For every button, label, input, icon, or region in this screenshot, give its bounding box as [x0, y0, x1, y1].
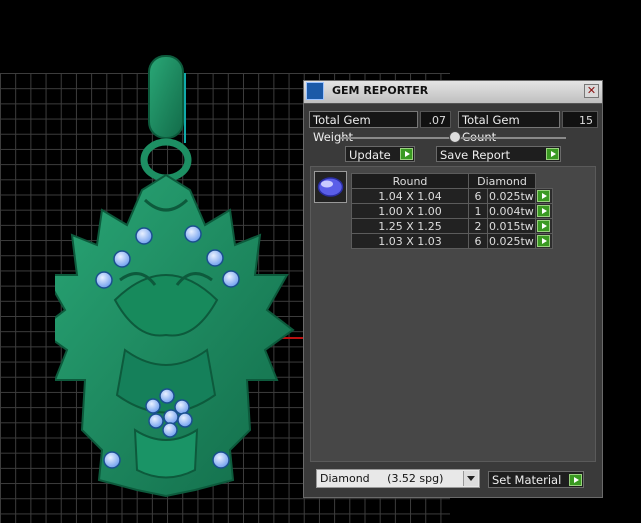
gem-thumbnail-icon — [314, 171, 347, 203]
gem-count: 1 — [468, 203, 488, 219]
total-gem-count-value: 15 — [562, 111, 598, 128]
go-arrow-icon — [569, 474, 582, 486]
gem-weight: 0.004tw — [487, 203, 536, 219]
total-gem-weight-value: .07 — [420, 111, 451, 128]
table-row[interactable]: 1.03 X 1.03 6 0.025tw — [351, 233, 553, 249]
table-row[interactable]: 1.25 X 1.25 2 0.015tw — [351, 218, 553, 234]
go-arrow-icon — [537, 190, 550, 202]
gem-weight: 0.015tw — [487, 218, 536, 234]
save-report-button-label: Save Report — [440, 148, 511, 162]
gem-count: 2 — [468, 218, 488, 234]
row-go-button[interactable] — [535, 188, 553, 204]
dropdown-arrow-icon[interactable] — [463, 471, 478, 486]
row-go-button[interactable] — [535, 218, 553, 234]
gem-weight: 0.025tw — [487, 188, 536, 204]
gem-table: Round Diamond 1.04 X 1.04 6 0.025tw 1.00… — [351, 173, 553, 249]
total-gem-weight-label: Total Gem Weight — [309, 111, 418, 144]
gem-count: 6 — [468, 233, 488, 249]
panel-title: GEM REPORTER — [332, 84, 429, 97]
gem-weight: 0.025tw — [487, 233, 536, 249]
pendant-model[interactable] — [55, 50, 295, 500]
material-header: Diamond — [468, 173, 536, 189]
go-arrow-icon — [400, 148, 413, 160]
gem-size: 1.04 X 1.04 — [351, 188, 469, 204]
slider-handle[interactable] — [449, 131, 461, 143]
table-row[interactable]: 1.00 X 1.00 1 0.004tw — [351, 203, 553, 219]
gem-size: 1.25 X 1.25 — [351, 218, 469, 234]
gem-reporter-icon — [306, 82, 324, 100]
table-row[interactable]: 1.04 X 1.04 6 0.025tw — [351, 188, 553, 204]
gem-report-area: Round Diamond 1.04 X 1.04 6 0.025tw 1.00… — [310, 166, 596, 462]
go-arrow-icon — [546, 148, 559, 160]
save-report-button[interactable]: Save Report — [436, 146, 561, 162]
gem-count: 6 — [468, 188, 488, 204]
gem-reporter-panel: GEM REPORTER ✕ Total Gem Weight .07 Tota… — [303, 80, 603, 498]
close-icon[interactable]: ✕ — [584, 84, 599, 98]
gem-size: 1.00 X 1.00 — [351, 203, 469, 219]
update-button-label: Update — [349, 148, 391, 162]
panel-titlebar[interactable]: GEM REPORTER ✕ — [304, 81, 602, 104]
row-go-button[interactable] — [535, 233, 553, 249]
update-button[interactable]: Update — [345, 146, 415, 162]
material-select-value: Diamond (3.52 spg) — [320, 472, 444, 485]
material-select[interactable]: Diamond (3.52 spg) — [316, 469, 480, 488]
set-material-button-label: Set Material — [492, 473, 562, 487]
go-arrow-icon — [537, 235, 550, 247]
set-material-button[interactable]: Set Material — [488, 471, 584, 488]
row-go-button[interactable] — [535, 203, 553, 219]
total-gem-count-label: Total Gem Count — [458, 111, 560, 144]
gem-table-header: Round Diamond — [351, 173, 553, 189]
bail — [140, 55, 192, 182]
go-arrow-icon — [537, 205, 550, 217]
go-arrow-icon — [537, 220, 550, 232]
gem-size: 1.03 X 1.03 — [351, 233, 469, 249]
pendant-body — [55, 173, 295, 498]
shape-header: Round — [351, 173, 469, 189]
